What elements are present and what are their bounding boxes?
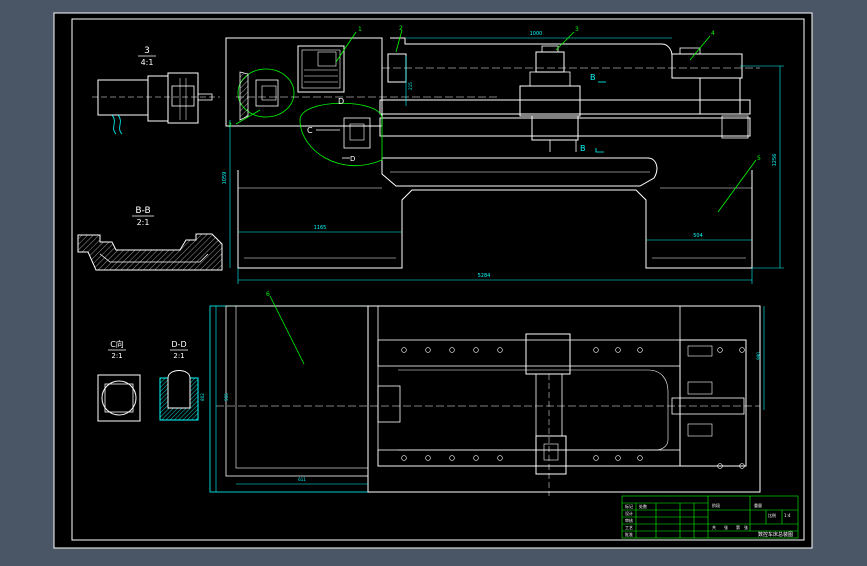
tb-label-3: 审核: [625, 517, 633, 523]
section-bb-title: B-B: [135, 206, 150, 216]
drawing-svg: 3 4:1 B-B 2:1 C向 2:1 D-D 2:1 1000 5284 1…: [53, 12, 813, 549]
marker-c: C: [307, 126, 313, 135]
tb-scale: 1:4: [784, 513, 791, 518]
dim-base-right: 504: [693, 233, 703, 239]
balloon-4: 4: [711, 30, 715, 37]
section-dd-scale: 2:1: [173, 352, 184, 360]
marker-detail-3: 3: [228, 122, 232, 129]
tb-label-7: 重量: [754, 502, 762, 508]
balloon-5: 5: [757, 155, 761, 162]
cad-drawing-canvas: 3 4:1 B-B 2:1 C向 2:1 D-D 2:1 1000 5284 1…: [0, 0, 867, 562]
view-c-scale: 2:1: [111, 352, 122, 360]
balloon-2: 2: [399, 25, 403, 32]
balloon-1: 1: [358, 26, 362, 33]
section-bb-scale: 2:1: [137, 218, 150, 227]
tb-title: 数控车床总装图: [758, 531, 793, 538]
tb-label-6: 阶段: [712, 502, 720, 508]
tb-label-2: 设计: [625, 510, 633, 516]
dim-small-vertical: 215: [408, 82, 413, 90]
marker-b-top: B: [590, 73, 596, 82]
dim-height-right: 1256: [772, 154, 778, 167]
section-dd-title: D-D: [171, 340, 186, 349]
balloon-6: 6: [266, 291, 270, 298]
marker-d-top: D: [338, 97, 344, 106]
tb-label-4: 工艺: [625, 525, 633, 530]
dim-bed-width: 990: [756, 352, 761, 360]
tb-label-11: 第: [736, 524, 740, 530]
marker-d-bottom: D: [350, 155, 355, 163]
balloon-3: 3: [575, 26, 579, 33]
tb-label-0: 标记: [625, 503, 633, 509]
dim-height-left: 1059: [222, 172, 228, 185]
marker-b-bottom: B: [580, 144, 586, 153]
dim-plan-bottom-left: 611: [298, 477, 306, 482]
tb-label-12: 张: [744, 524, 748, 530]
dim-base-left: 1165: [314, 225, 327, 231]
tb-label-9: 共: [712, 524, 716, 530]
dim-plan-right-height: 555: [224, 393, 229, 401]
dim-total-length: 5284: [478, 273, 491, 279]
view-c-title: C向: [110, 339, 124, 349]
dim-top-length: 1000: [530, 31, 543, 37]
dim-plan-left-height: 802: [200, 393, 205, 401]
detail-3-scale: 4:1: [141, 58, 154, 67]
tb-label-8: 比例: [768, 512, 776, 518]
tb-label-10: 张: [724, 524, 728, 530]
tb-label-5: 批准: [625, 531, 633, 537]
tb-label-1: 处数: [639, 503, 647, 509]
detail-3-number: 3: [144, 46, 150, 56]
